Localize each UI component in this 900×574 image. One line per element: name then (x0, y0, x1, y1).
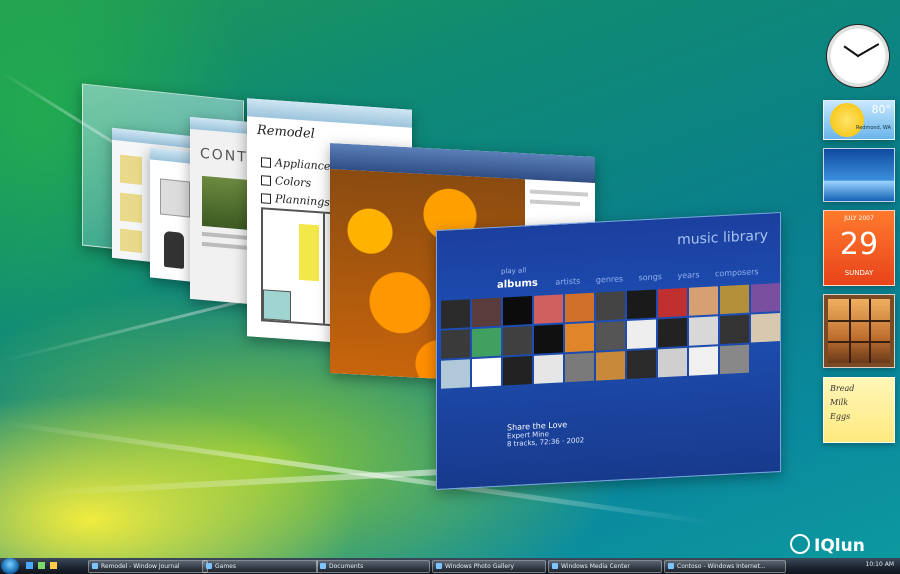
sun-icon (830, 103, 864, 137)
taskbar-item-photo-gallery[interactable]: Windows Photo Gallery (432, 560, 546, 573)
journal-item: Appliances (261, 155, 336, 173)
taskbar-item-media-center[interactable]: Windows Media Center (548, 560, 662, 573)
album-cover[interactable] (534, 294, 563, 324)
note-line: Eggs (830, 412, 851, 421)
album-cover[interactable] (658, 287, 687, 318)
album-cover[interactable] (627, 289, 656, 320)
calendar-month: JULY 2007 (844, 215, 874, 222)
album-cover[interactable] (596, 321, 625, 351)
plan-wall (323, 213, 325, 324)
album-cover[interactable] (565, 292, 594, 323)
album-cover[interactable] (689, 316, 718, 346)
clock-minute-hand (856, 43, 880, 58)
folder-icon[interactable] (120, 228, 142, 253)
quicklaunch-icon[interactable] (38, 562, 45, 569)
journal-heading: Remodel (257, 122, 315, 142)
checkbox-icon[interactable] (261, 175, 271, 186)
picture-puzzle-gadget[interactable] (823, 294, 895, 368)
album-cover[interactable] (689, 346, 718, 376)
highlight-area (299, 223, 319, 282)
tab-artists[interactable]: artists (555, 276, 580, 286)
notes-gadget[interactable]: Bread Milk Eggs (823, 377, 895, 443)
folder-icon[interactable] (120, 192, 142, 223)
checkbox-icon[interactable] (261, 193, 271, 204)
album-cover[interactable] (720, 344, 749, 375)
album-cover[interactable] (689, 286, 718, 316)
puzzle-divider (869, 299, 871, 363)
clock-gadget[interactable] (826, 24, 890, 88)
calendar-gadget[interactable]: JULY 2007 29 SUNDAY (823, 210, 895, 286)
album-cover[interactable] (503, 326, 532, 356)
weather-gadget[interactable]: 80° Redmond, WA (823, 100, 895, 140)
contoso-logo: CONT (200, 145, 248, 166)
album-cover[interactable] (751, 283, 780, 313)
album-cover[interactable] (751, 313, 780, 343)
album-cover[interactable] (627, 349, 656, 380)
tab-composers[interactable]: composers (715, 267, 759, 278)
checkbox-icon[interactable] (261, 157, 271, 168)
album-cover[interactable] (720, 284, 749, 315)
slideshow-gadget[interactable] (823, 148, 895, 202)
album-cover[interactable] (596, 351, 625, 381)
album-cover[interactable] (441, 329, 470, 359)
watermark: IQlun (790, 534, 865, 556)
album-cover[interactable] (472, 327, 501, 358)
start-orb-icon[interactable] (1, 558, 19, 574)
chess-piece-icon[interactable] (164, 230, 184, 269)
taskbar: Remodel - Window Journal Games Documents… (0, 558, 900, 574)
breadcrumb[interactable]: play all (501, 266, 526, 275)
journal-item: Colors (261, 173, 311, 190)
note-line: Bread (830, 384, 855, 393)
album-cover[interactable] (658, 347, 687, 378)
puzzle-divider (849, 299, 851, 363)
taskbar-item-journal[interactable]: Remodel - Window Journal (88, 560, 208, 573)
weather-temp: 80° (871, 103, 892, 116)
album-cover[interactable] (503, 296, 532, 326)
journal-item: Plannings (261, 191, 330, 209)
album-cover[interactable] (596, 291, 625, 321)
info-line (530, 189, 588, 197)
puzzle-image (828, 299, 890, 363)
tab-albums[interactable]: albums (497, 278, 538, 291)
taskbar-item-documents[interactable]: Documents (316, 560, 430, 573)
album-cover[interactable] (472, 357, 501, 388)
taskbar-item-browser[interactable]: Contoso - Windows Internet... (664, 560, 786, 573)
window-media-center[interactable]: music library play all albums artists ge… (436, 211, 781, 491)
info-line (530, 199, 580, 207)
album-grid (441, 283, 780, 415)
puzzle-divider (828, 320, 890, 322)
watermark-logo-icon (790, 534, 810, 554)
now-playing-info: Share the Love Expert Mine 8 tracks, 72:… (507, 419, 584, 448)
folder-icon[interactable] (120, 154, 142, 185)
album-cover[interactable] (658, 317, 687, 348)
album-cover[interactable] (503, 356, 532, 386)
album-cover[interactable] (627, 319, 656, 350)
album-cover[interactable] (534, 354, 563, 384)
tab-years[interactable]: years (677, 270, 699, 280)
note-line: Milk (830, 398, 849, 407)
album-cover[interactable] (565, 352, 594, 383)
weather-location: Redmond, WA (855, 125, 891, 131)
quicklaunch-icon[interactable] (50, 562, 57, 569)
taskbar-item-games[interactable]: Games (202, 560, 318, 573)
puzzle-divider (828, 341, 890, 343)
album-cover[interactable] (720, 314, 749, 345)
album-cover[interactable] (441, 299, 470, 329)
album-cover[interactable] (565, 322, 594, 353)
calendar-weekday: SUNDAY (844, 269, 874, 277)
card-icon[interactable] (160, 178, 190, 218)
album-cover[interactable] (472, 297, 501, 328)
desktop-background: CONT Remodel Appliances Colors Plannings… (0, 0, 900, 574)
album-cover[interactable] (534, 324, 563, 354)
tab-songs[interactable]: songs (639, 272, 662, 282)
music-library-title: music library (677, 227, 768, 249)
calendar-day: 29 (839, 227, 879, 262)
quick-launch (24, 561, 84, 570)
quicklaunch-icon[interactable] (26, 562, 33, 569)
taskbar-clock[interactable]: 10:10 AM (866, 561, 894, 568)
album-cover[interactable] (441, 359, 470, 389)
plan-room (263, 289, 291, 322)
tab-genres[interactable]: genres (596, 274, 623, 284)
